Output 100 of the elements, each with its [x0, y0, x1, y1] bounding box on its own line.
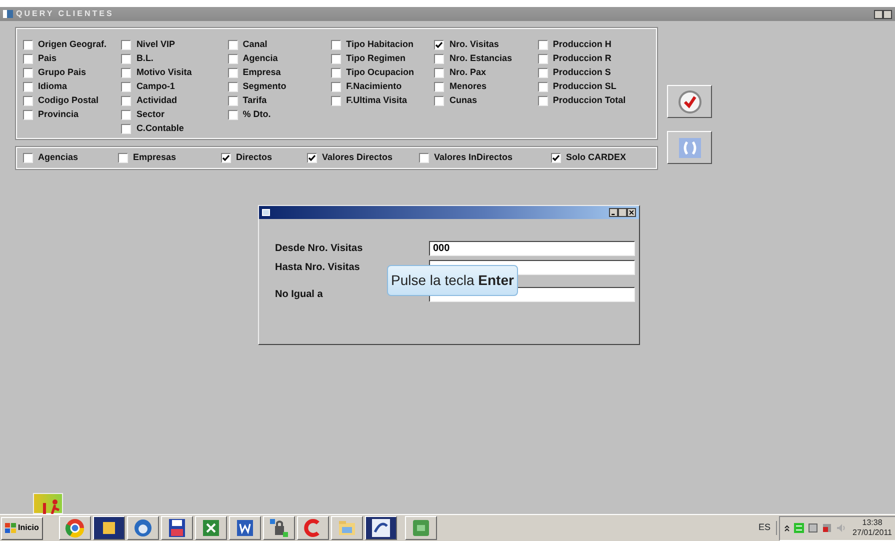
app-logo-icon[interactable] [364, 516, 397, 540]
checkbox[interactable] [434, 82, 444, 92]
checkbox-label: Produccion R [552, 52, 612, 66]
checkbox[interactable] [121, 110, 132, 120]
checkbox[interactable] [307, 153, 317, 163]
checkbox[interactable] [121, 40, 132, 50]
folder-icon[interactable] [330, 516, 363, 540]
checkbox-label: Provincia [38, 108, 79, 122]
document-icon[interactable] [228, 516, 261, 540]
checkbox[interactable] [331, 96, 342, 106]
checkbox-label: F.Ultima Visita [346, 94, 407, 108]
checkbox-label: Nro. Pax [449, 66, 486, 80]
checkbox[interactable] [121, 82, 132, 92]
checkbox-label: Idioma [38, 80, 68, 94]
checkbox[interactable] [551, 153, 561, 163]
checkbox-label: Campo-1 [136, 80, 175, 94]
clock-time: 13:38 [861, 518, 884, 528]
checkbox[interactable] [419, 153, 429, 163]
checkbox[interactable] [23, 96, 33, 106]
checkbox-label: Empresa [242, 66, 281, 80]
checkbox[interactable] [538, 68, 548, 78]
checkbox-label: Grupo Pais [38, 66, 86, 80]
start-button[interactable]: Inicio [1, 516, 43, 540]
accept-button[interactable] [667, 85, 712, 118]
checkbox-label: Nro. Estancias [449, 52, 512, 66]
input-field[interactable]: 000 [429, 241, 635, 256]
checkbox[interactable] [23, 54, 33, 64]
maximize-button[interactable] [883, 10, 892, 18]
checkbox[interactable] [118, 153, 128, 163]
checkbox[interactable] [434, 96, 444, 106]
checkbox-label: Tipo Ocupacion [346, 66, 414, 80]
checkbox-label: Codigo Postal [38, 94, 98, 108]
checkbox[interactable] [228, 82, 238, 92]
checkbox[interactable] [228, 54, 238, 64]
checkbox[interactable] [538, 54, 548, 64]
checkbox[interactable] [228, 96, 238, 106]
checkbox[interactable] [331, 68, 342, 78]
checkbox-label: Produccion S [552, 66, 611, 80]
checkbox[interactable] [434, 40, 444, 50]
checkbox-label: Cunas [449, 94, 477, 108]
checkbox[interactable] [228, 68, 238, 78]
checkbox[interactable] [23, 40, 33, 50]
close-button[interactable] [627, 208, 636, 217]
checkbox-label: Produccion SL [552, 80, 616, 94]
minimize-button[interactable] [609, 208, 618, 217]
checkbox[interactable] [221, 153, 231, 163]
checkbox-label: Origen Geograf. [38, 38, 107, 52]
checkbox[interactable] [121, 54, 132, 64]
checkbox[interactable] [23, 110, 33, 120]
checkbox[interactable] [538, 96, 548, 106]
checkbox[interactable] [228, 40, 238, 50]
checkbox[interactable] [121, 68, 132, 78]
language-indicator[interactable]: ES [754, 521, 777, 535]
checkbox-label: Tipo Regimen [346, 52, 406, 66]
checkbox[interactable] [434, 54, 444, 64]
checkbox-label: Empresas [133, 151, 176, 164]
browser-icon[interactable] [58, 516, 91, 540]
spreadsheet-icon[interactable] [194, 516, 227, 540]
checkbox[interactable] [331, 40, 342, 50]
checkbox[interactable] [23, 82, 33, 92]
checkbox[interactable] [331, 54, 342, 64]
windows-logo-icon [5, 523, 16, 533]
checkbox-label: Valores Directos [322, 151, 393, 164]
checkbox[interactable] [23, 153, 33, 163]
checkbox-label: Tarifa [242, 94, 267, 108]
clock-date: 27/01/2011 [852, 528, 892, 538]
checkbox-label: B.L. [136, 52, 154, 66]
lock-arrows-icon[interactable] [262, 516, 295, 540]
checkbox[interactable] [331, 82, 342, 92]
checkbox[interactable] [121, 124, 132, 134]
checkbox[interactable] [538, 40, 548, 50]
minimize-button[interactable] [874, 10, 883, 18]
checkbox-label: Nivel VIP [136, 38, 175, 52]
checkbox[interactable] [23, 68, 33, 78]
exit-icon[interactable] [33, 493, 63, 514]
checkbox-label: Produccion H [552, 38, 612, 52]
chevron-icon[interactable] [784, 524, 790, 532]
check-icon [678, 90, 702, 114]
field-label: Hasta Nro. Visitas [275, 261, 361, 275]
checkbox-label: Produccion Total [552, 94, 626, 108]
checkbox-label: Agencias [38, 151, 78, 164]
maximize-button[interactable] [618, 208, 627, 217]
checkbox-label: Agencia [242, 52, 278, 66]
checkbox[interactable] [538, 82, 548, 92]
checkbox-label: Canal [242, 38, 268, 52]
letter-c-icon[interactable] [296, 516, 329, 540]
window-icon [262, 209, 270, 216]
checkbox-label: Directos [236, 151, 272, 164]
checkbox-label: Valores InDirectos [434, 151, 513, 164]
checkbox-label: Solo CARDEX [566, 151, 626, 164]
checkbox-label: Pais [38, 52, 57, 66]
field-label: Desde Nro. Visitas [275, 242, 364, 256]
clear-button[interactable] [667, 131, 712, 164]
checkbox-label: % Dto. [242, 108, 271, 122]
checkbox[interactable] [121, 96, 132, 106]
checkbox-label: F.Nacimiento [346, 80, 402, 94]
checkbox[interactable] [228, 110, 238, 120]
checkbox[interactable] [434, 68, 444, 78]
checkbox-label: Sector [136, 108, 164, 122]
checkbox-label: Menores [449, 80, 486, 94]
